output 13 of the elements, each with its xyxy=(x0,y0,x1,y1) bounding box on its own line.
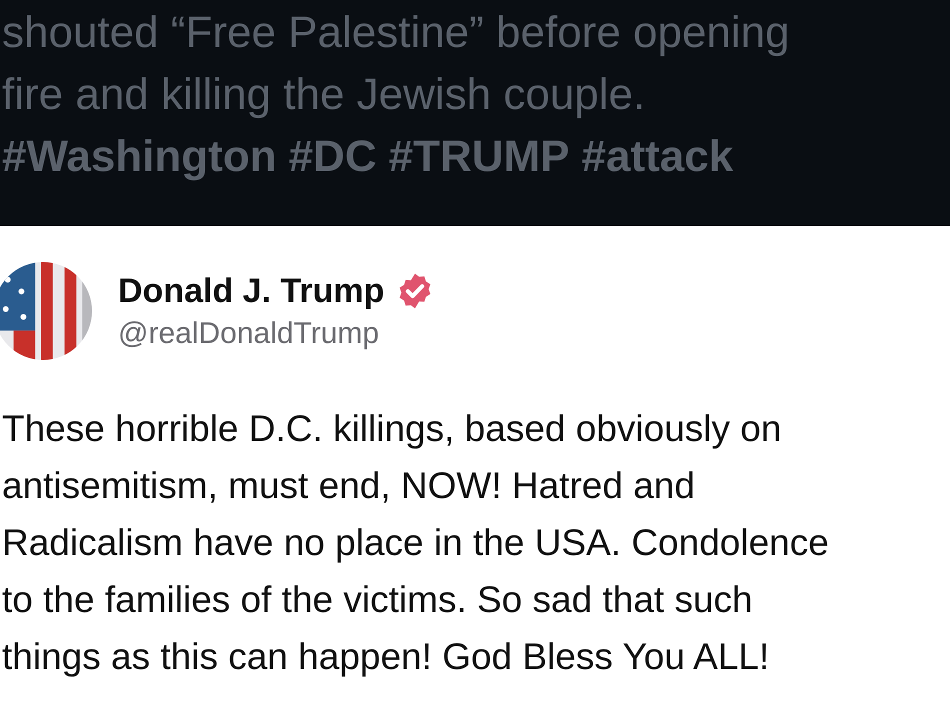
hashtag-link[interactable]: #Washington xyxy=(2,126,277,188)
hashtag-link[interactable]: #DC xyxy=(288,126,377,188)
quoted-text-line: fire and killing the Jewish couple. xyxy=(2,69,646,121)
post-text-line: antisemitism, must end, NOW! Hatred and xyxy=(1,464,696,508)
quoted-text-line: shouted “Free Palestine” before opening xyxy=(2,7,791,59)
post-text-line: to the families of the victims. So sad that such xyxy=(1,578,754,622)
hashtag-link[interactable]: #attack xyxy=(582,126,734,188)
post-text-line: Radicalism have no place in the USA. Condolence xyxy=(1,521,830,565)
author-name[interactable]: Donald J. Trump xyxy=(118,272,384,310)
author-handle[interactable]: @realDonaldTrump xyxy=(118,316,434,350)
post-text-line: things as this can happen! God Bless You ALL! xyxy=(1,635,770,679)
post-text-line: These horrible D.C. killings, based obviously on xyxy=(1,407,782,451)
hashtag-link[interactable]: #TRUMP xyxy=(388,126,570,188)
